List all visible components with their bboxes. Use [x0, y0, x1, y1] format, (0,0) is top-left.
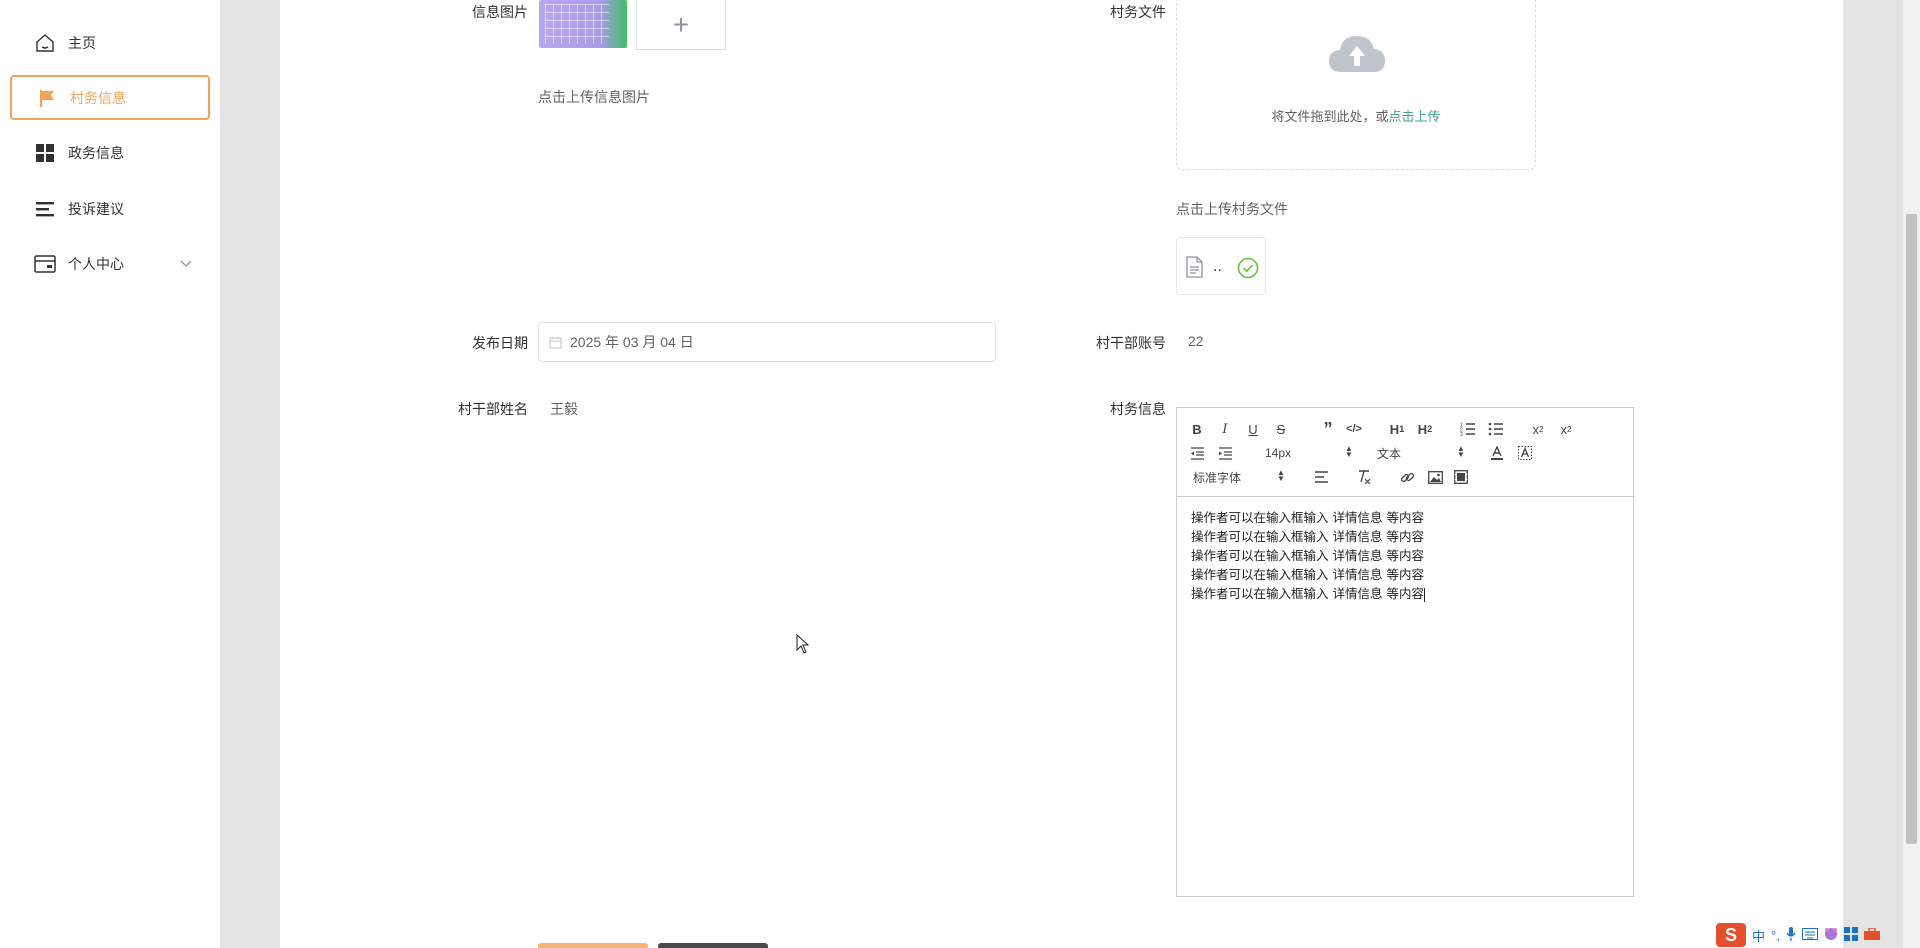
calendar-icon	[549, 336, 562, 349]
editor-content[interactable]: 操作者可以在输入框输入 详情信息 等内容 操作者可以在输入框输入 详情信息 等内…	[1191, 508, 1425, 603]
file-field-label: 村务文件	[1110, 4, 1166, 20]
scrollbar-thumb[interactable]	[1906, 214, 1917, 844]
punctuation-indicator[interactable]: °,	[1771, 928, 1780, 943]
account-field-label: 村干部账号	[1096, 335, 1166, 351]
add-image-button[interactable]: +	[636, 0, 726, 50]
svg-text:3: 3	[1460, 432, 1463, 436]
image-field-label: 信息图片	[472, 4, 528, 20]
flag-icon	[36, 87, 58, 109]
sidebar-item-label: 政务信息	[68, 144, 124, 161]
sidebar-item-complaints[interactable]: 投诉建议	[10, 186, 210, 231]
check-circle-icon	[1237, 257, 1259, 284]
click-upload-link[interactable]: 点击上传	[1389, 109, 1441, 124]
sidebar-item-label: 投诉建议	[68, 200, 124, 217]
sogou-ime-icon[interactable]: S	[1716, 923, 1746, 947]
microphone-icon[interactable]	[1786, 926, 1796, 944]
document-icon	[1185, 256, 1203, 283]
ime-mode-indicator[interactable]: 中	[1752, 926, 1765, 945]
italic-button[interactable]: I	[1217, 419, 1233, 439]
underline-button[interactable]: U	[1245, 419, 1261, 439]
bold-button[interactable]: B	[1189, 419, 1205, 439]
apps-grid-icon[interactable]	[1843, 926, 1858, 944]
ordered-list-button[interactable]: 123	[1459, 419, 1477, 439]
date-field-label: 发布日期	[472, 335, 528, 351]
editor-line-last: 操作者可以在输入框输入 详情信息 等内容	[1191, 586, 1425, 602]
superscript-button[interactable]: x2	[1557, 419, 1575, 439]
editor-line: 操作者可以在输入框输入 详情信息 等内容	[1191, 548, 1424, 563]
file-drop-hint: 将文件拖到此处，或点击上传	[1271, 109, 1441, 124]
sidebar-item-home[interactable]: 主页	[10, 20, 210, 65]
chevron-down-icon[interactable]	[180, 255, 192, 271]
file-drop-zone[interactable]: 将文件拖到此处，或点击上传	[1176, 0, 1536, 170]
align-button[interactable]	[1313, 467, 1329, 487]
font-family-select[interactable]: 标准字体 ▲ ▼	[1193, 467, 1293, 487]
system-tray: S 中 °,	[1716, 922, 1920, 948]
editor-toolbar: B I U S ” </> H1 H2 123 x2 x2 14px ▲ ▼ 文…	[1177, 408, 1633, 497]
clear-format-button[interactable]	[1355, 467, 1373, 487]
name-field-label: 村干部姓名	[458, 401, 528, 417]
name-value: 王毅	[550, 401, 578, 417]
sidebar-item-label: 村务信息	[70, 89, 126, 106]
image-button[interactable]	[1427, 467, 1443, 487]
account-value: 22	[1188, 333, 1204, 349]
editor-line: 操作者可以在输入框输入 详情信息 等内容	[1191, 567, 1424, 582]
file-name: ..	[1213, 258, 1222, 275]
text-style-select[interactable]: 文本 ▲ ▼	[1377, 443, 1467, 463]
strikethrough-button[interactable]: S	[1273, 419, 1289, 439]
subscript-button[interactable]: x2	[1529, 419, 1547, 439]
select-arrows-icon: ▲ ▼	[1345, 444, 1353, 459]
image-upload-hint: 点击上传信息图片	[538, 89, 650, 105]
font-size-select[interactable]: 14px ▲ ▼	[1265, 443, 1355, 463]
text-caret	[1423, 587, 1425, 602]
keyboard-icon[interactable]	[1801, 927, 1818, 943]
code-block-button[interactable]: </>	[1345, 419, 1363, 439]
file-upload-hint: 点击上传村务文件	[1176, 201, 1288, 217]
wallet-icon	[34, 253, 56, 275]
right-gutter	[1843, 0, 1903, 948]
cancel-button[interactable]	[658, 943, 768, 948]
left-gutter	[220, 0, 280, 948]
heading2-button[interactable]: H2	[1415, 419, 1435, 439]
info-field-label: 村务信息	[1110, 401, 1166, 417]
sidebar-item-village-affairs[interactable]: 村务信息	[10, 75, 210, 120]
sidebar-item-government-affairs[interactable]: 政务信息	[10, 130, 210, 175]
publish-date-value: 2025 年 03 月 04 日	[570, 334, 694, 350]
indent-button[interactable]	[1217, 443, 1233, 463]
select-arrows-icon: ▲ ▼	[1277, 468, 1285, 483]
bullet-list-button[interactable]	[1487, 419, 1505, 439]
background-color-button[interactable]	[1517, 443, 1533, 463]
toolbox-icon[interactable]	[1863, 926, 1880, 943]
mouse-pointer-icon	[796, 633, 810, 659]
plus-icon: +	[672, 8, 690, 40]
home-icon	[34, 32, 56, 54]
skin-icon[interactable]	[1824, 927, 1838, 944]
select-arrows-icon: ▲ ▼	[1457, 444, 1465, 459]
submit-button[interactable]	[538, 943, 648, 948]
list-icon	[34, 198, 56, 220]
sidebar-item-label: 主页	[68, 34, 96, 51]
grid-icon	[34, 142, 56, 164]
link-button[interactable]	[1399, 467, 1415, 487]
heading1-button[interactable]: H1	[1387, 419, 1407, 439]
outdent-button[interactable]	[1189, 443, 1205, 463]
cloud-upload-icon	[1327, 30, 1387, 79]
uploaded-file-card[interactable]: ..	[1176, 237, 1266, 295]
font-color-button[interactable]	[1489, 443, 1505, 463]
sidebar-item-personal-center[interactable]: 个人中心	[10, 241, 210, 286]
sidebar: 主页 村务信息 政务信息 投诉建议 个人中心	[0, 0, 220, 948]
editor-line: 操作者可以在输入框输入 详情信息 等内容	[1191, 529, 1424, 544]
rich-text-editor: B I U S ” </> H1 H2 123 x2 x2 14px ▲ ▼ 文…	[1176, 407, 1634, 897]
video-button[interactable]	[1453, 467, 1469, 487]
uploaded-image-thumbnail[interactable]	[539, 0, 627, 48]
blockquote-button[interactable]: ”	[1319, 419, 1337, 439]
sidebar-item-label: 个人中心	[68, 255, 124, 272]
editor-line: 操作者可以在输入框输入 详情信息 等内容	[1191, 510, 1424, 525]
publish-date-picker[interactable]: 2025 年 03 月 04 日	[538, 322, 996, 362]
